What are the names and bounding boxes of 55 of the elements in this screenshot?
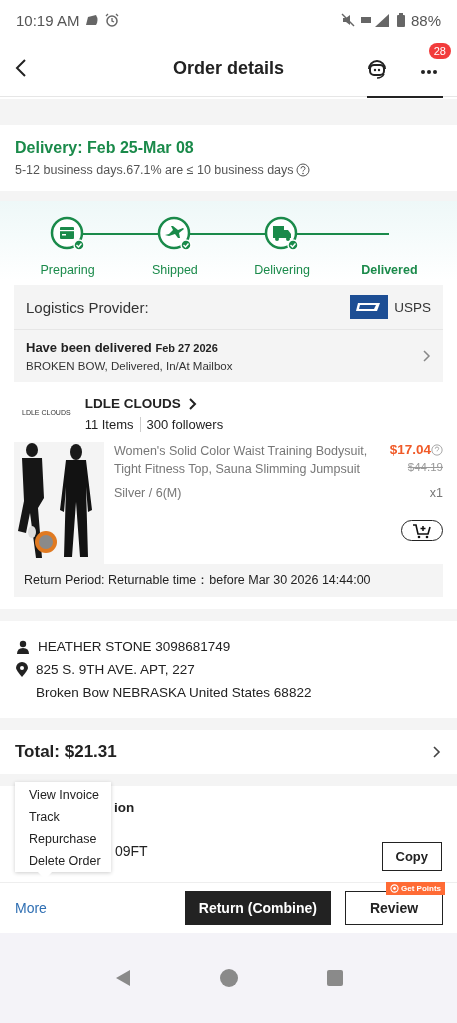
back-nav-icon[interactable] <box>114 969 133 987</box>
original-price: $44.19 <box>407 461 443 473</box>
section-title: ion <box>114 800 135 815</box>
menu-item[interactable]: Repurchase <box>29 832 111 846</box>
page-title: Order details <box>173 57 284 79</box>
delivery-estimate: Delivery: Feb 25-Mar 08 <box>15 139 195 157</box>
step-label: Delivered <box>361 263 418 277</box>
tracking-status-row[interactable]: Have been delivered Feb 27 2026 BROKEN BOW, Delivered, In/At Mailbox <box>14 330 443 382</box>
battery-percent: 88% <box>410 11 441 29</box>
logistics-label: Logistics Provider: <box>26 298 150 316</box>
tracking-date: Feb 27 2026 <box>155 342 218 354</box>
signal-icon <box>360 13 391 27</box>
address-line: Broken Bow NEBRASKA United States 68822 <box>36 685 312 700</box>
product-quantity: x1 <box>429 486 443 500</box>
return-period: Return Period: Returnable time：before Mar 30 2026 14:44:00 <box>14 564 443 597</box>
cart-plus-icon <box>412 522 432 539</box>
delivery-note: 5-12 business days.67.1% are ≤ 10 business days <box>15 163 294 177</box>
copy-button[interactable]: Copy <box>381 842 442 871</box>
product-title: Women's Solid Color Waist Training Bodysuit, Tight Fitness Top, Sauna Slimming Jumpsuit <box>114 443 369 478</box>
step-label: Preparing <box>40 263 95 277</box>
product-variant: Silver / 6(M) <box>114 486 182 500</box>
return-button[interactable]: Return (Combine) <box>184 891 331 925</box>
chevron-right-icon <box>423 350 431 362</box>
store-followers: 300 followers <box>146 417 224 432</box>
tracking-status: Have been delivered <box>26 340 152 355</box>
menu-item[interactable]: View Invoice <box>29 788 111 802</box>
menu-item[interactable]: Delete Order <box>29 854 111 868</box>
status-time: 10:19 AM <box>16 11 80 29</box>
coin-icon <box>390 884 399 893</box>
step-label: Shipped <box>151 263 198 277</box>
points-badge: Get Points <box>386 882 445 895</box>
mute-icon <box>340 13 355 27</box>
store-items: 11 Items <box>84 417 134 432</box>
person-icon <box>16 639 30 654</box>
battery-icon <box>396 13 405 27</box>
chevron-right-icon <box>188 397 197 410</box>
location-pin-icon <box>16 662 28 677</box>
total-row[interactable]: Total: $21.31 <box>0 730 457 774</box>
help-icon[interactable] <box>295 163 310 177</box>
carrier-name: USPS <box>394 299 431 315</box>
alarm-icon <box>105 13 120 27</box>
step-label: Delivering <box>254 263 310 277</box>
order-number: 09FT <box>115 842 148 859</box>
chevron-right-icon <box>433 746 441 758</box>
home-nav-icon[interactable] <box>220 969 239 987</box>
recipient-name: HEATHER STONE 3098681749 <box>38 639 231 654</box>
notification-badge: 28 <box>428 43 451 59</box>
store-name-link[interactable]: LDLE CLOUDS <box>84 396 197 411</box>
recents-nav-icon[interactable] <box>326 970 343 986</box>
tracking-detail: BROKEN BOW, Delivered, In/At Mailbox <box>26 360 234 372</box>
product-price: $17.04 <box>389 442 431 457</box>
menu-item[interactable]: Track <box>29 810 111 824</box>
more-dots-icon <box>420 69 438 75</box>
more-link[interactable]: More <box>15 900 47 916</box>
address-line: 825 S. 9TH AVE. APT, 227 <box>36 662 195 677</box>
